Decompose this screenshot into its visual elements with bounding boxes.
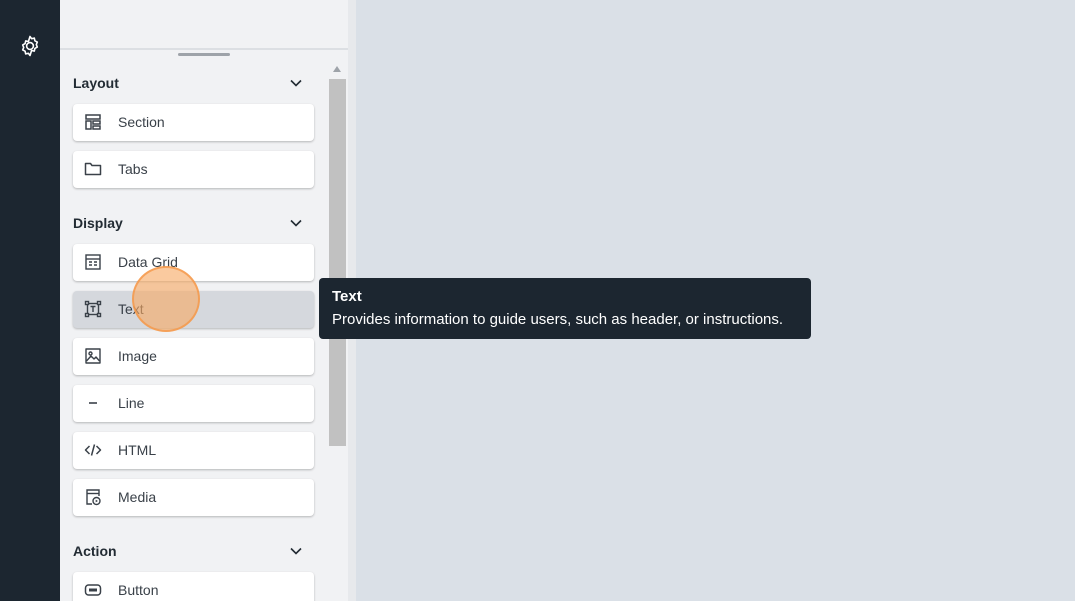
text-frame-icon — [84, 300, 102, 318]
component-label: HTML — [118, 442, 157, 458]
section-title-display: Display — [73, 215, 123, 231]
component-label: Image — [118, 348, 157, 364]
image-icon — [85, 348, 101, 364]
component-item-section[interactable]: Section — [73, 104, 314, 141]
components-panel: Layout Section Tabs Display Data Grid Te… — [60, 0, 348, 601]
component-item-html[interactable]: HTML — [73, 432, 314, 469]
component-tooltip: Text Provides information to guide users… — [319, 278, 811, 339]
line-icon — [89, 402, 97, 404]
section-layout-icon — [85, 114, 101, 130]
component-item-button[interactable]: Button — [73, 572, 314, 601]
component-label: Tabs — [118, 161, 148, 177]
data-grid-icon — [85, 254, 101, 270]
component-item-line[interactable]: Line — [73, 385, 314, 422]
section-header-layout[interactable]: Layout — [73, 71, 303, 95]
component-label: Section — [118, 114, 165, 130]
section-title-action: Action — [73, 543, 117, 559]
component-label: Media — [118, 489, 157, 505]
chevron-down-icon[interactable] — [289, 216, 303, 230]
tooltip-description: Provides information to guide users, suc… — [332, 311, 784, 328]
tooltip-title: Text — [332, 288, 362, 305]
component-label: Line — [118, 395, 145, 411]
section-header-action[interactable]: Action — [73, 539, 303, 563]
component-item-media[interactable]: Media — [73, 479, 314, 516]
gear-icon[interactable] — [18, 34, 42, 58]
panel-resize-handle[interactable] — [178, 53, 230, 56]
component-item-data-grid[interactable]: Data Grid — [73, 244, 314, 281]
media-icon — [86, 489, 101, 506]
scrollbar-thumb[interactable] — [329, 79, 346, 446]
component-label: Button — [118, 582, 159, 598]
click-indicator — [132, 266, 200, 332]
panel-top-area — [60, 0, 348, 50]
code-icon — [84, 444, 102, 456]
section-header-display[interactable]: Display — [73, 211, 303, 235]
section-title-layout: Layout — [73, 75, 119, 91]
component-item-image[interactable]: Image — [73, 338, 314, 375]
scroll-up-arrow-icon[interactable] — [333, 66, 341, 72]
button-icon — [84, 584, 102, 596]
chevron-down-icon[interactable] — [289, 544, 303, 558]
chevron-down-icon[interactable] — [289, 76, 303, 90]
component-item-tabs[interactable]: Tabs — [73, 151, 314, 188]
left-nav-rail — [0, 0, 60, 601]
folder-icon — [84, 162, 102, 176]
